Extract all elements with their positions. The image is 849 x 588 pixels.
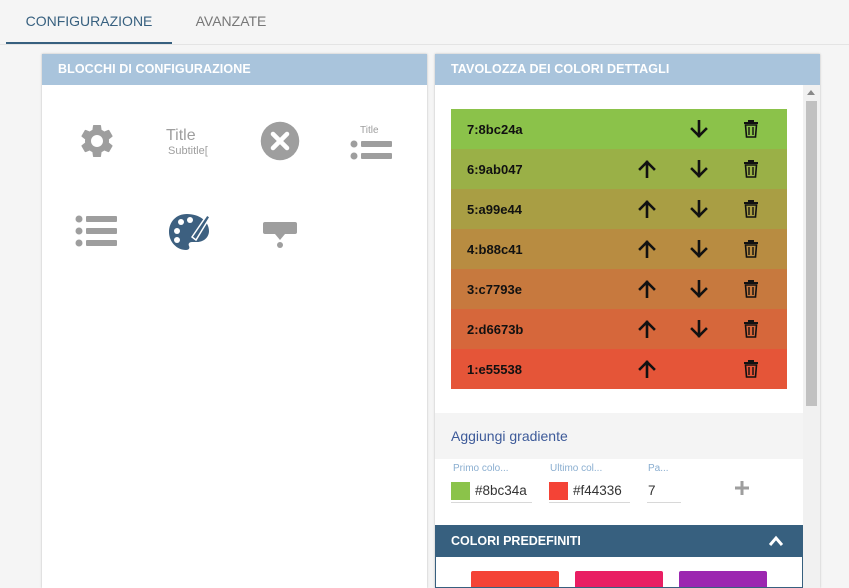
arrow-up-icon[interactable]: [638, 160, 656, 179]
arrow-down-icon[interactable]: [690, 239, 708, 258]
palette-row-label: 5:a99e44: [467, 202, 522, 217]
scrollbar-thumb[interactable]: [806, 101, 817, 406]
arrow-down-icon[interactable]: [690, 319, 708, 338]
close-circle-icon[interactable]: [255, 116, 305, 166]
trash-icon[interactable]: [743, 240, 761, 258]
tab-avanzate[interactable]: AVANZATE: [172, 0, 290, 45]
arrow-up-icon[interactable]: [638, 200, 656, 219]
arrow-down-icon[interactable]: [690, 199, 708, 218]
palette-row-label: 1:e55538: [467, 362, 522, 377]
palette-row: 6:9ab047: [451, 149, 787, 189]
trash-icon[interactable]: [743, 320, 761, 338]
plus-icon: [735, 481, 749, 495]
subtitle-sample-text: Subtitle[: [168, 145, 208, 157]
steps-input[interactable]: 7: [647, 479, 681, 503]
palette-row: 7:8bc24a: [451, 109, 787, 149]
steps-value: 7: [648, 483, 656, 498]
trash-icon[interactable]: [743, 160, 761, 178]
first-color-swatch[interactable]: [451, 482, 470, 500]
arrow-down-icon[interactable]: [690, 159, 708, 178]
first-color-label: Primo colo...: [453, 463, 509, 474]
add-gradient-link[interactable]: Aggiungi gradiente: [451, 413, 568, 459]
color-palette-header: TAVOLOZZA DEI COLORI DETTAGLI: [435, 54, 820, 85]
palette-row-label: 2:d6673b: [467, 322, 524, 337]
arrow-up-icon[interactable]: [638, 240, 656, 259]
title-sample-text: Title: [166, 127, 196, 144]
predefined-colors-title: COLORI PREDEFINITI: [451, 534, 581, 548]
arrow-down-icon[interactable]: [690, 119, 708, 138]
title-subtitle-icon[interactable]: Title Subtitle[: [162, 116, 218, 166]
scroll-up-arrow[interactable]: [807, 90, 815, 95]
list-icon[interactable]: [72, 207, 122, 257]
title-list-icon[interactable]: Title: [344, 116, 400, 166]
last-color-label: Ultimo col...: [550, 463, 603, 474]
color-palette-panel: TAVOLOZZA DEI COLORI DETTAGLI 7:8bc24a 6:…: [435, 54, 820, 588]
palette-row: 3:c7793e: [451, 269, 787, 309]
add-gradient-button[interactable]: [732, 478, 752, 498]
trash-icon[interactable]: [743, 200, 761, 218]
palette-row-label: 7:8bc24a: [467, 122, 523, 137]
predefined-color-swatch[interactable]: [575, 571, 663, 587]
config-blocks-panel: BLOCCHI DI CONFIGURAZIONE Title Subtitle…: [42, 54, 427, 588]
gear-icon[interactable]: [72, 116, 122, 166]
tab-bar: CONFIGURAZIONE AVANZATE: [0, 0, 849, 45]
steps-label: Pa...: [648, 463, 669, 474]
first-color-field[interactable]: #8bc34a: [451, 479, 532, 503]
arrow-up-icon[interactable]: [638, 320, 656, 339]
last-color-value: #f44336: [573, 483, 622, 498]
palette-row: 5:a99e44: [451, 189, 787, 229]
predefined-colors-header[interactable]: COLORI PREDEFINITI: [435, 525, 803, 557]
tooltip-icon[interactable]: [255, 207, 305, 257]
last-color-swatch[interactable]: [549, 482, 568, 500]
palette-row-label: 3:c7793e: [467, 282, 522, 297]
trash-icon[interactable]: [743, 120, 761, 138]
palette-icon[interactable]: [164, 207, 214, 257]
scrollbar[interactable]: [803, 85, 820, 588]
arrow-up-icon[interactable]: [638, 360, 656, 379]
arrow-up-icon[interactable]: [638, 280, 656, 299]
palette-row: 4:b88c41: [451, 229, 787, 269]
first-color-value: #8bc34a: [475, 483, 527, 498]
predefined-color-swatch[interactable]: [679, 571, 767, 587]
tab-bar-divider: [0, 44, 849, 45]
palette-list: 7:8bc24a 6:9ab047 5:a99e44 4:b88c41 3:c7793e…: [451, 109, 787, 389]
trash-icon[interactable]: [743, 360, 761, 378]
trash-icon[interactable]: [743, 280, 761, 298]
palette-row: 1:e55538: [451, 349, 787, 389]
arrow-down-icon[interactable]: [690, 279, 708, 298]
config-blocks-header: BLOCCHI DI CONFIGURAZIONE: [42, 54, 427, 85]
add-gradient-section: Aggiungi gradiente: [435, 413, 803, 459]
tab-configurazione[interactable]: CONFIGURAZIONE: [6, 0, 172, 45]
predefined-color-swatch[interactable]: [471, 571, 559, 587]
last-color-field[interactable]: #f44336: [549, 479, 630, 503]
palette-row-label: 6:9ab047: [467, 162, 523, 177]
palette-row-label: 4:b88c41: [467, 242, 523, 257]
chevron-up-icon[interactable]: [769, 535, 783, 547]
title-list-sample-text: Title: [360, 125, 379, 136]
palette-row: 2:d6673b: [451, 309, 787, 349]
predefined-colors-body: [435, 557, 803, 588]
